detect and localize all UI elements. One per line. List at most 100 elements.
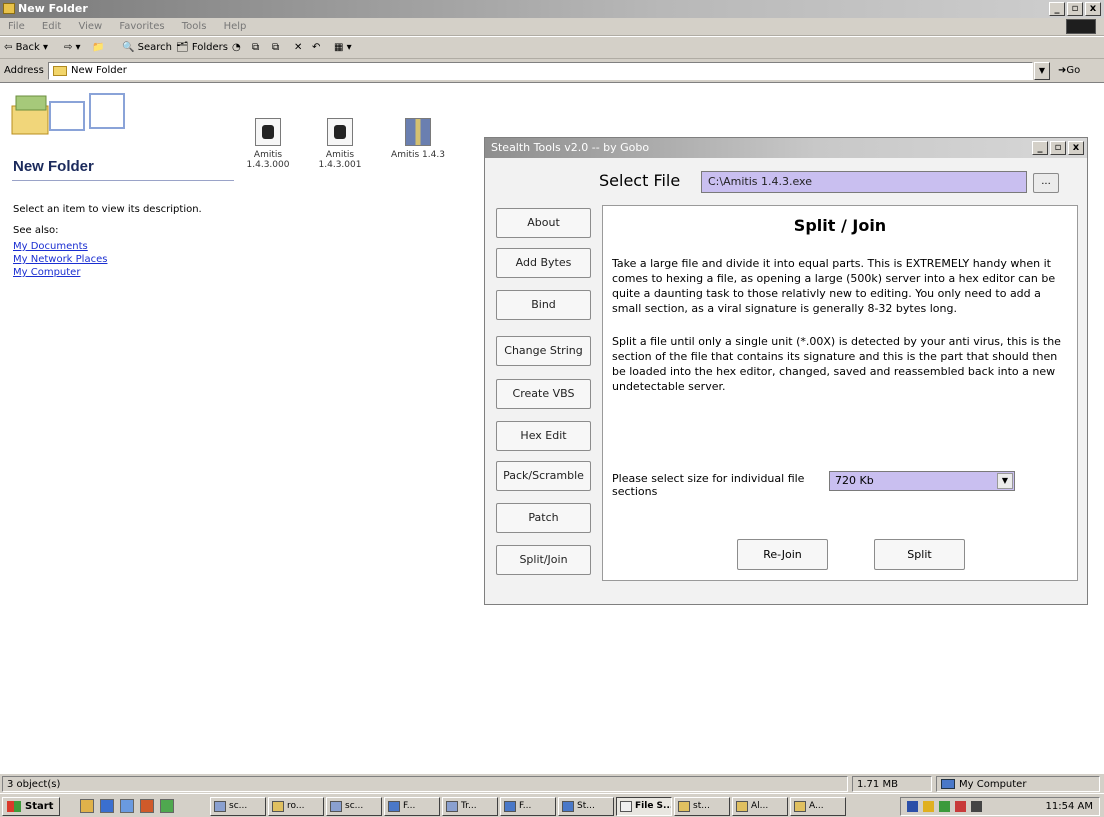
menu-file[interactable]: File <box>8 21 25 32</box>
split-button[interactable]: Split <box>874 539 965 570</box>
file-item[interactable]: Amitis 1.4.3.001 <box>308 118 372 170</box>
tray-volume-icon[interactable] <box>923 801 934 812</box>
stealth-tools-dialog: Stealth Tools v2.0 -- by Gobo _ ▫ x Sele… <box>484 137 1088 605</box>
status-location: My Computer <box>936 776 1100 792</box>
menu-tools[interactable]: Tools <box>182 21 207 32</box>
history-icon[interactable]: ◔ <box>232 37 241 59</box>
folder-banner-icon <box>11 93 125 135</box>
section-size-select[interactable]: 720 Kb ▼ <box>829 471 1015 491</box>
panel-title: Split / Join <box>793 216 887 235</box>
taskbar-item[interactable]: sc... <box>210 797 266 816</box>
tray-network-icon[interactable] <box>907 801 918 812</box>
exe-icon <box>255 118 281 146</box>
taskbar-item[interactable]: Tr... <box>442 797 498 816</box>
status-size: 1.71 MB <box>852 776 932 792</box>
quicklaunch-desktop-icon[interactable] <box>80 799 94 813</box>
folder-icon <box>53 66 67 76</box>
taskbar-item[interactable]: F... <box>384 797 440 816</box>
quicklaunch-app-icon[interactable] <box>160 799 174 813</box>
delete-icon[interactable]: ✕ <box>294 37 302 59</box>
taskbar: Start sc... ro... sc... F... Tr... F... … <box>0 793 1104 817</box>
nav-pack-scramble-button[interactable]: Pack/Scramble <box>496 461 591 491</box>
nav-split-join-button[interactable]: Split/Join <box>496 545 591 575</box>
address-dropdown-icon[interactable]: ▼ <box>1034 62 1050 80</box>
windows-flag-icon <box>7 801 21 812</box>
taskbar-item[interactable]: A... <box>790 797 846 816</box>
nav-bind-button[interactable]: Bind <box>496 290 591 320</box>
dialog-minimize-button[interactable]: _ <box>1032 141 1048 155</box>
dialog-title: Stealth Tools v2.0 -- by Gobo <box>491 141 650 154</box>
minimize-button[interactable]: _ <box>1049 2 1065 16</box>
back-button[interactable]: ⇦ Back ▾ <box>4 37 48 59</box>
undo-icon[interactable]: ↶ <box>312 37 320 59</box>
chevron-down-icon[interactable]: ▼ <box>997 473 1013 489</box>
link-my-network-places[interactable]: My Network Places <box>13 254 107 265</box>
search-button[interactable]: 🔍 Search <box>122 37 172 59</box>
file-item[interactable]: Amitis 1.4.3.000 <box>236 118 300 170</box>
taskbar-item[interactable]: ro... <box>268 797 324 816</box>
quicklaunch-ie-icon[interactable] <box>100 799 114 813</box>
forward-button[interactable]: ⇨ ▾ <box>64 37 81 59</box>
nav-add-bytes-button[interactable]: Add Bytes <box>496 248 591 278</box>
quicklaunch-app-icon[interactable] <box>140 799 154 813</box>
taskbar-item[interactable]: Al... <box>732 797 788 816</box>
dialog-title-bar[interactable]: Stealth Tools v2.0 -- by Gobo _ ▫ x <box>485 138 1087 158</box>
views-icon[interactable]: ▦ ▾ <box>334 37 352 59</box>
size-label: Please select size for individual file s… <box>612 472 805 498</box>
menu-favorites[interactable]: Favorites <box>119 21 164 32</box>
tray-app-icon[interactable] <box>955 801 966 812</box>
folder-icon <box>3 3 15 14</box>
taskbar-item[interactable]: St... <box>558 797 614 816</box>
folders-button[interactable]: 🗂 Folders <box>176 37 228 59</box>
nav-patch-button[interactable]: Patch <box>496 503 591 533</box>
nav-hex-edit-button[interactable]: Hex Edit <box>496 421 591 451</box>
taskbar-item[interactable]: F... <box>500 797 556 816</box>
browse-button[interactable]: ... <box>1033 173 1059 193</box>
file-path-input[interactable]: C:\Amitis 1.4.3.exe <box>701 171 1027 193</box>
select-file-label: Select File <box>599 171 681 190</box>
dialog-close-button[interactable]: x <box>1068 141 1084 155</box>
status-object-count: 3 object(s) <box>2 776 848 792</box>
computer-icon <box>941 779 955 789</box>
taskbar-item[interactable]: st... <box>674 797 730 816</box>
menu-help[interactable]: Help <box>224 21 247 32</box>
start-button[interactable]: Start <box>2 797 60 816</box>
menu-view[interactable]: View <box>78 21 102 32</box>
nav-about-button[interactable]: About <box>496 208 591 238</box>
tray-app-icon[interactable] <box>939 801 950 812</box>
see-also-label: See also: <box>13 225 59 236</box>
description-paragraph: Take a large file and divide it into equ… <box>612 257 1056 315</box>
nav-change-string-button[interactable]: Change String <box>496 336 591 366</box>
clock: 11:54 AM <box>1045 801 1093 812</box>
system-tray: 11:54 AM <box>900 797 1100 816</box>
section-size-value: 720 Kb <box>835 474 874 487</box>
copy-to-icon[interactable]: ⧉ <box>272 37 279 59</box>
close-button[interactable]: x <box>1085 2 1101 16</box>
windows-logo-icon <box>1066 19 1096 34</box>
window-title: New Folder <box>18 2 88 15</box>
file-item[interactable]: Amitis 1.4.3 <box>386 118 450 160</box>
move-to-icon[interactable]: ⧉ <box>252 37 259 59</box>
explorer-title-bar[interactable]: New Folder _ ▫ x <box>0 0 1104 18</box>
status-bar: 3 object(s) 1.71 MB My Computer <box>0 773 1104 793</box>
taskbar-item[interactable]: sc... <box>326 797 382 816</box>
address-value: New Folder <box>71 65 127 76</box>
dialog-maximize-button[interactable]: ▫ <box>1050 141 1066 155</box>
link-my-documents[interactable]: My Documents <box>13 241 88 252</box>
tray-app-icon[interactable] <box>971 801 982 812</box>
folder-title: New Folder <box>13 158 94 175</box>
go-button[interactable]: ➜Go <box>1058 59 1080 83</box>
rejoin-button[interactable]: Re-Join <box>737 539 828 570</box>
nav-create-vbs-button[interactable]: Create VBS <box>496 379 591 409</box>
up-folder-icon[interactable]: 📁 <box>92 37 104 59</box>
quicklaunch-outlook-icon[interactable] <box>120 799 134 813</box>
maximize-button[interactable]: ▫ <box>1067 2 1083 16</box>
exe-icon <box>327 118 353 146</box>
menu-edit[interactable]: Edit <box>42 21 61 32</box>
title-divider <box>12 180 234 181</box>
taskbar-item-active[interactable]: File S... <box>616 797 672 816</box>
archive-icon <box>405 118 431 146</box>
link-my-computer[interactable]: My Computer <box>13 267 80 278</box>
folder-task-pane: New Folder Select an item to view its de… <box>0 84 240 770</box>
address-input[interactable]: New Folder <box>48 62 1033 80</box>
